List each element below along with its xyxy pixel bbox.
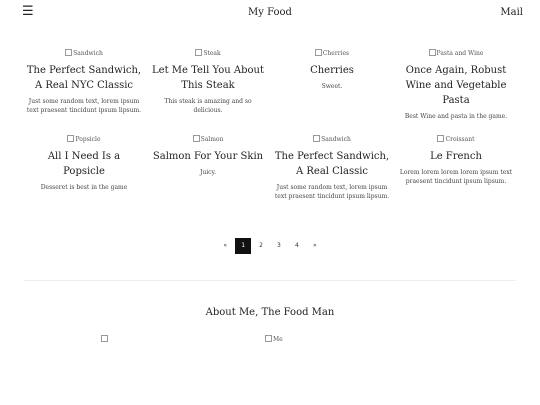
post-description: Just some random text, lorem ipsum text … bbox=[274, 184, 390, 200]
post-description: Best Wine and pasta in the game. bbox=[404, 113, 508, 120]
pagination-page-3[interactable]: 3 bbox=[271, 238, 287, 254]
post-title[interactable]: Cherries bbox=[274, 63, 390, 78]
pagination-next[interactable]: » bbox=[307, 238, 323, 254]
post-title[interactable]: Let Me Tell You About This Steak bbox=[150, 63, 266, 93]
mail-link[interactable]: Mail bbox=[500, 7, 523, 18]
post-title[interactable]: The Perfect Sandwich, A Real Classic bbox=[274, 149, 390, 179]
post-card[interactable]: Popsicle All I Need Is a Popsicle Desser… bbox=[22, 135, 146, 201]
post-description: Desseret is best in the game bbox=[40, 184, 128, 191]
pagination-page-1[interactable]: 1 bbox=[235, 238, 252, 254]
post-image-broken[interactable]: Salmon bbox=[150, 135, 266, 144]
post-description: Just some random text, lorem ipsum text … bbox=[26, 98, 142, 114]
post-description: Juicy. bbox=[199, 169, 217, 176]
post-title[interactable]: Salmon For Your Skin bbox=[150, 149, 266, 164]
post-image-broken[interactable]: Sandwich bbox=[274, 135, 390, 144]
pagination-page-4[interactable]: 4 bbox=[289, 238, 305, 254]
pagination-prev[interactable]: « bbox=[217, 238, 233, 254]
post-card[interactable]: Salmon Salmon For Your Skin Juicy. bbox=[146, 135, 270, 201]
post-image-broken[interactable]: Sandwich bbox=[26, 49, 142, 58]
post-description: Lorem lorem lorem lorem ipsum text praes… bbox=[399, 169, 513, 185]
pagination: « 1 2 3 4 » bbox=[0, 238, 540, 254]
post-image-broken[interactable]: Pasta and Wine bbox=[398, 49, 514, 58]
about-heading: About Me, The Food Man bbox=[205, 307, 335, 318]
post-card[interactable]: Cherries Cherries Sweet. bbox=[270, 49, 394, 121]
post-title[interactable]: Le French bbox=[398, 149, 514, 164]
about-image-broken bbox=[101, 335, 109, 344]
about-me-image-broken: Me bbox=[265, 335, 283, 344]
post-grid: Sandwich The Perfect Sandwich, A Real NY… bbox=[22, 49, 518, 215]
post-description: Sweet. bbox=[321, 83, 343, 90]
post-card[interactable]: Steak Let Me Tell You About This Steak T… bbox=[146, 49, 270, 121]
pagination-page-2[interactable]: 2 bbox=[253, 238, 269, 254]
post-image-broken[interactable]: Cherries bbox=[274, 49, 390, 58]
post-card[interactable]: Pasta and Wine Once Again, Robust Wine a… bbox=[394, 49, 518, 121]
post-title[interactable]: All I Need Is a Popsicle bbox=[26, 149, 142, 179]
post-image-broken[interactable]: Croissant bbox=[398, 135, 514, 144]
post-image-broken[interactable]: Steak bbox=[150, 49, 266, 58]
post-title[interactable]: The Perfect Sandwich, A Real NYC Classic bbox=[26, 63, 142, 93]
site-title: My Food bbox=[248, 7, 292, 18]
post-card[interactable]: Sandwich The Perfect Sandwich, A Real NY… bbox=[22, 49, 146, 121]
post-title[interactable]: Once Again, Robust Wine and Vegetable Pa… bbox=[398, 63, 514, 108]
post-description: This steak is amazing and so delicious. bbox=[164, 98, 252, 114]
section-divider bbox=[24, 280, 516, 281]
post-card[interactable]: Sandwich The Perfect Sandwich, A Real Cl… bbox=[270, 135, 394, 201]
top-bar: ☰ My Food Mail bbox=[0, 0, 540, 28]
post-image-broken[interactable]: Popsicle bbox=[26, 135, 142, 144]
post-card[interactable]: Croissant Le French Lorem lorem lorem lo… bbox=[394, 135, 518, 201]
